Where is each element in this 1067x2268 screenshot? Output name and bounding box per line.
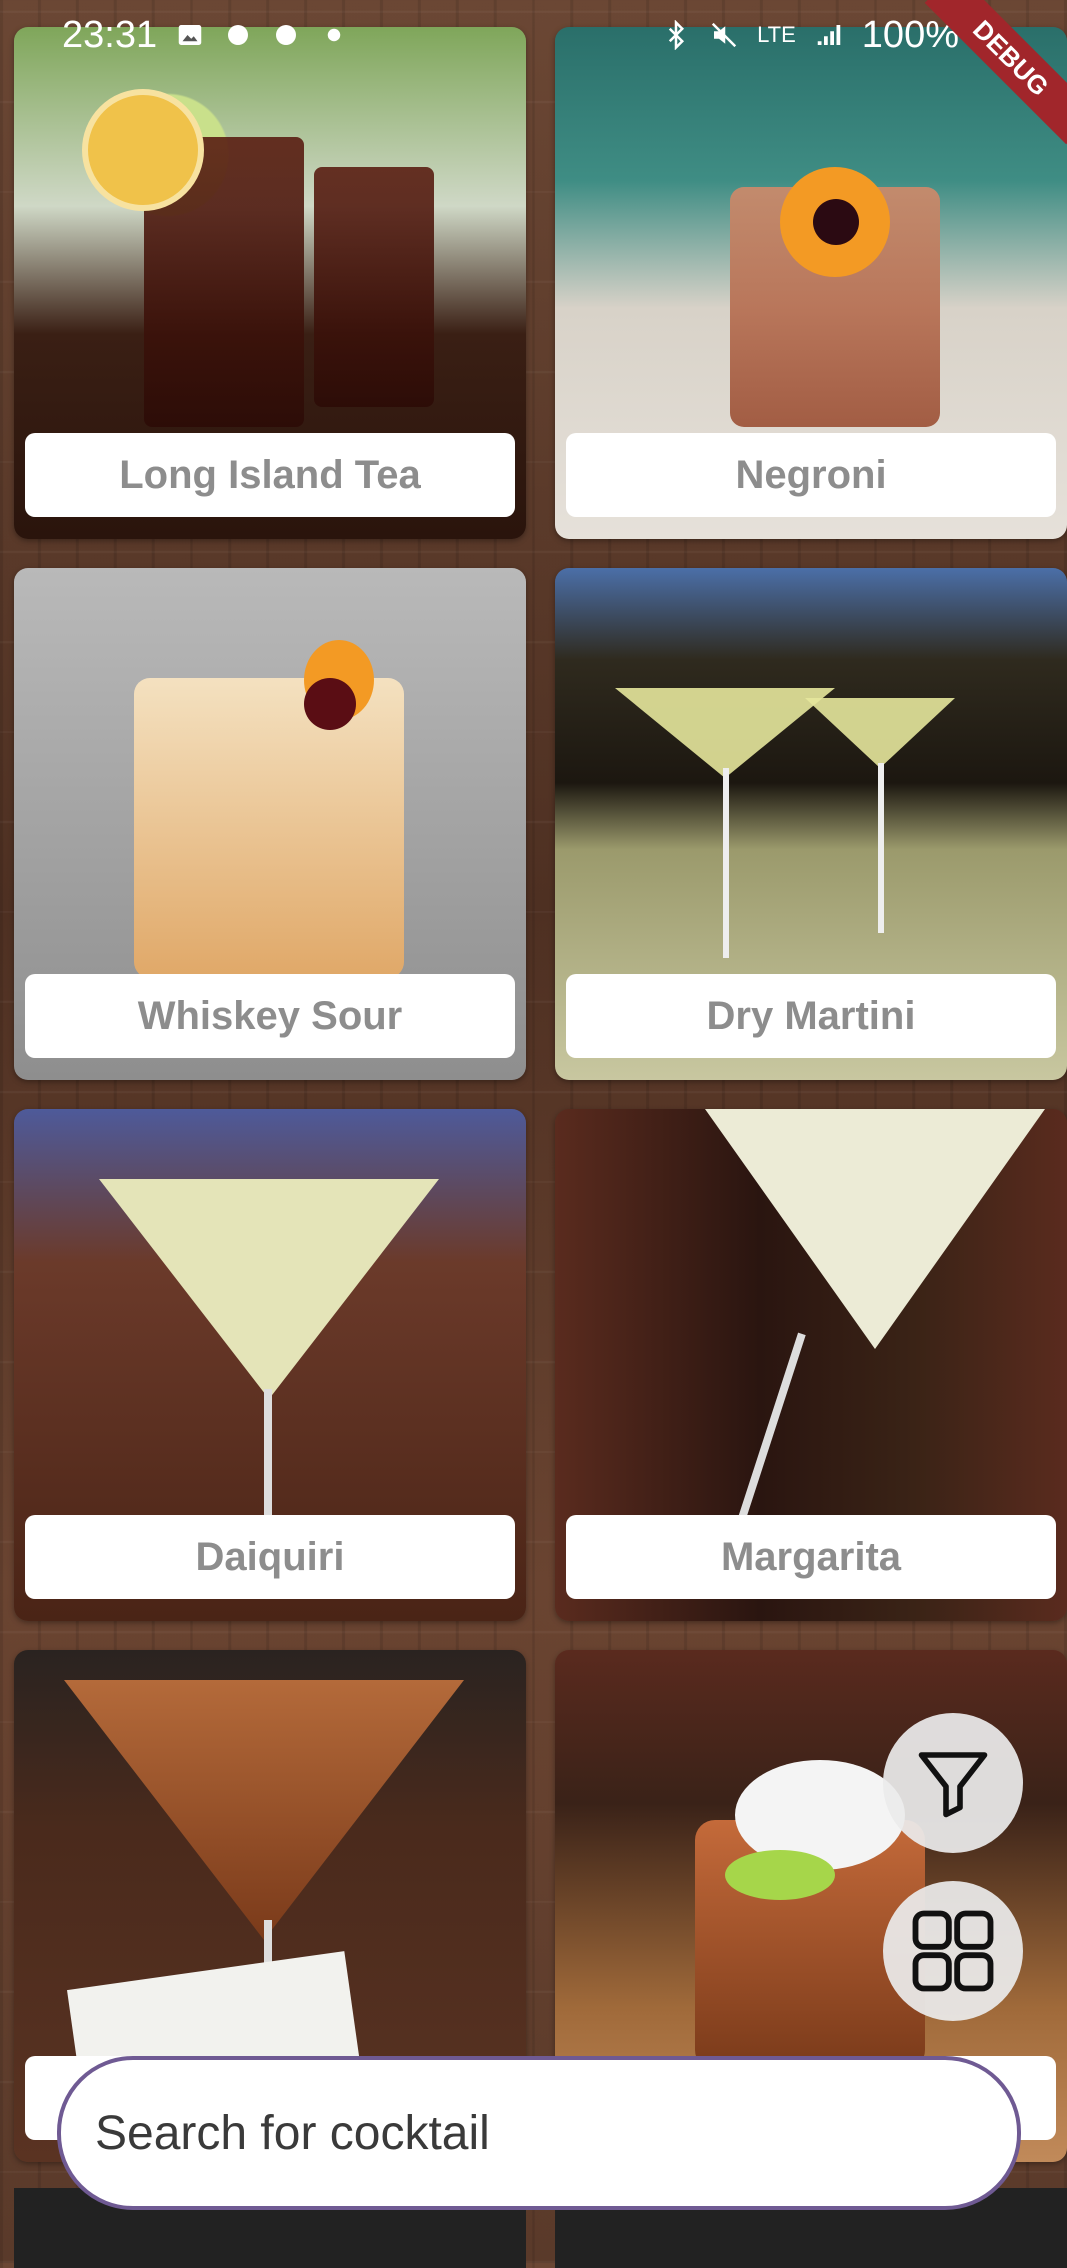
cocktail-card[interactable]: Daiquiri [14, 1109, 526, 1621]
signal-icon [817, 25, 841, 45]
cocktail-card[interactable]: Whiskey Sour [14, 568, 526, 1080]
grid-view-icon [912, 1910, 994, 1992]
cocktail-name: Dry Martini [566, 974, 1056, 1058]
filter-button[interactable] [883, 1713, 1023, 1853]
search-input[interactable] [93, 2104, 1017, 2162]
filter-icon [918, 1752, 988, 1818]
bluetooth-icon [668, 20, 685, 50]
cocktail-card[interactable]: Dry Martini [555, 568, 1067, 1080]
cocktail-name: Margarita [566, 1515, 1056, 1599]
cocktail-card[interactable]: Margarita [555, 1109, 1067, 1621]
notification-icon [276, 25, 297, 45]
cocktail-name: Negroni [566, 433, 1056, 517]
status-time: 23:31 [62, 13, 158, 56]
mute-icon [711, 22, 737, 48]
dot-icon [327, 28, 341, 42]
cocktail-card[interactable]: Long Island Tea [14, 27, 526, 539]
grid-view-button[interactable] [883, 1881, 1023, 2021]
gallery-icon [178, 25, 202, 45]
cocktail-name: Daiquiri [25, 1515, 515, 1599]
cocktail-name: Long Island Tea [25, 433, 515, 517]
cocktail-card[interactable]: Negroni [555, 27, 1067, 539]
cocktail-name: Whiskey Sour [25, 974, 515, 1058]
search-bar [57, 2056, 1021, 2210]
network-type: LTE [757, 22, 796, 47]
status-bar: 23:31 LTE 100% [0, 0, 1067, 70]
notification-icon [228, 25, 249, 45]
